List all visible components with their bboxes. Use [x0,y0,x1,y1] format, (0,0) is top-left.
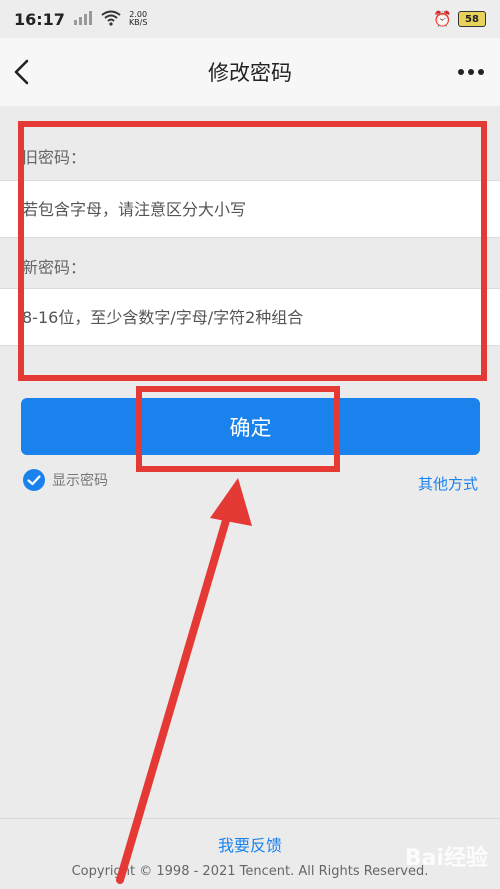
show-password-toggle[interactable]: 显示密码 [22,468,108,492]
new-password-input[interactable] [0,288,500,346]
back-arrow-icon[interactable] [10,58,34,86]
alarm-icon: ⏰ [433,10,452,28]
old-password-label: 旧密码： [22,148,87,167]
footer-divider [0,818,500,819]
status-time: 16:17 [14,9,65,29]
new-password-label: 新密码： [22,258,87,277]
watermark-logo: Bai经验 [404,846,488,871]
net-speed: 2.00 KB/S [129,11,148,27]
status-bar: 16:17 2.00 KB/S ⏰ 58 [0,0,500,38]
screen: 16:17 2.00 KB/S ⏰ 58 修改密码 旧密码： 若包含字母，请注意… [0,0,500,889]
battery-indicator: 58 [458,11,486,27]
status-right: ⏰ 58 [433,10,486,28]
other-method-link[interactable]: 其他方式 [418,473,478,494]
signal-icon [73,10,95,28]
nav-bar: 修改密码 [0,38,500,106]
net-speed-unit: KB/S [128,18,148,27]
page-title: 修改密码 [208,61,292,85]
wifi-icon [101,10,121,29]
show-password-label: 显示密码 [52,473,108,489]
checkbox-checked-icon[interactable] [22,468,46,492]
more-icon[interactable] [456,60,486,84]
old-password-input[interactable] [0,180,500,238]
confirm-button[interactable]: 确定 [21,398,480,455]
